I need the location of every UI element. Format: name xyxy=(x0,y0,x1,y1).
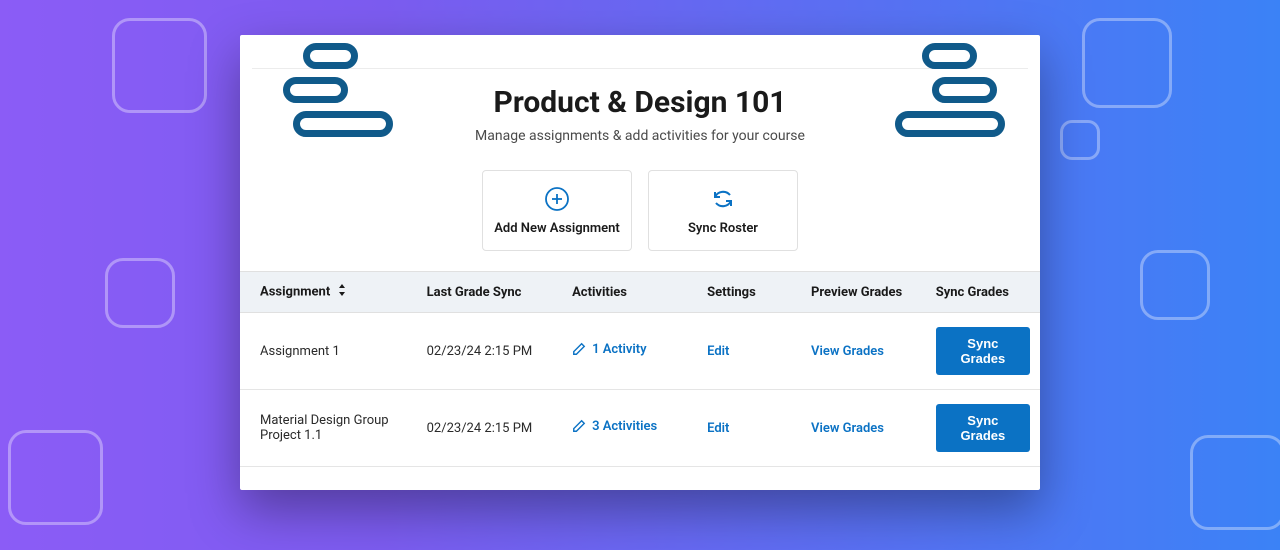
assignment-name: Material Design Group Project 1.1 xyxy=(240,390,417,467)
col-header-assignment[interactable]: Assignment xyxy=(240,272,417,313)
activities-link-label: 1 Activity xyxy=(592,342,647,357)
bg-shape xyxy=(112,18,207,113)
col-header-last-sync: Last Grade Sync xyxy=(417,272,562,313)
col-header-activities: Activities xyxy=(562,272,697,313)
pencil-icon xyxy=(572,419,586,433)
bg-shape xyxy=(8,430,103,525)
sort-icon xyxy=(337,284,347,300)
col-header-sync-grades: Sync Grades xyxy=(926,272,1040,313)
view-grades-link[interactable]: View Grades xyxy=(811,421,884,436)
add-assignment-button[interactable]: Add New Assignment xyxy=(482,170,632,251)
col-header-preview: Preview Grades xyxy=(801,272,926,313)
bg-shape xyxy=(1140,250,1210,320)
table-row: Assignment 1 02/23/24 2:15 PM 1 Activity… xyxy=(240,313,1040,390)
edit-link[interactable]: Edit xyxy=(707,421,729,436)
bg-shape xyxy=(105,258,175,328)
activities-link-label: 3 Activities xyxy=(592,419,657,434)
bg-shape xyxy=(1082,18,1172,108)
sync-roster-button[interactable]: Sync Roster xyxy=(648,170,798,251)
table-row: Material Design Group Project 1.1 02/23/… xyxy=(240,390,1040,467)
activities-link[interactable]: 1 Activity xyxy=(572,342,647,357)
primary-actions: Add New Assignment Sync Roster xyxy=(240,170,1040,251)
assignment-name: Assignment 1 xyxy=(240,313,417,390)
last-sync-value: 02/23/24 2:15 PM xyxy=(417,313,562,390)
col-header-assignment-label: Assignment xyxy=(260,284,330,299)
last-sync-value: 02/23/24 2:15 PM xyxy=(417,390,562,467)
assignments-table: Assignment Last Grade Sync Activities Se… xyxy=(240,271,1040,467)
sync-grades-button[interactable]: Sync Grades xyxy=(936,327,1030,375)
activities-link[interactable]: 3 Activities xyxy=(572,419,657,434)
course-card: Product & Design 101 Manage assignments … xyxy=(240,35,1040,490)
pencil-icon xyxy=(572,342,586,356)
edit-link[interactable]: Edit xyxy=(707,344,729,359)
bg-shape xyxy=(1190,435,1280,530)
table-header-row: Assignment Last Grade Sync Activities Se… xyxy=(240,272,1040,313)
sync-roster-label: Sync Roster xyxy=(657,221,789,236)
sync-grades-button[interactable]: Sync Grades xyxy=(936,404,1030,452)
decorative-pills-right xyxy=(895,43,1005,137)
bg-shape xyxy=(1060,120,1100,160)
view-grades-link[interactable]: View Grades xyxy=(811,344,884,359)
header-area: Product & Design 101 Manage assignments … xyxy=(240,35,1040,251)
decorative-pills-left xyxy=(275,43,393,137)
col-header-settings: Settings xyxy=(697,272,801,313)
sync-icon xyxy=(709,185,737,213)
add-assignment-label: Add New Assignment xyxy=(491,221,623,236)
plus-circle-icon xyxy=(543,185,571,213)
